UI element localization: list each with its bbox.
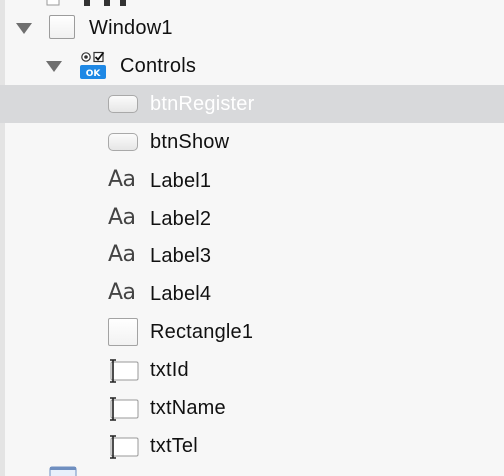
partial-row-top [0, 0, 504, 6]
tree-row-label3[interactable]: Aa Label3 [0, 237, 504, 275]
textfield-icon [110, 435, 139, 459]
button-icon [108, 95, 138, 113]
tree-row-label2[interactable]: Aa Label2 [0, 200, 504, 238]
project-navigator-panel: Window1 OK Controls btnRegister btnShow … [0, 0, 504, 476]
tree-row-txtid[interactable]: txtId [0, 351, 504, 389]
tree-row-label: btnRegister [150, 93, 255, 115]
rectangle-icon [108, 318, 138, 346]
controls-icon: OK [80, 51, 106, 79]
tree-row-btnshow[interactable]: btnShow [0, 123, 504, 161]
label-aa-icon: Aa [108, 205, 136, 230]
tree-row-txttel[interactable]: txtTel [0, 427, 504, 465]
textfield-icon [110, 397, 139, 421]
disclosure-triangle-expanded-icon[interactable] [45, 47, 62, 85]
disclosure-triangle-expanded-icon[interactable] [15, 9, 32, 47]
tree-row-controls[interactable]: OK Controls [0, 47, 504, 85]
partial-row-bottom [0, 466, 504, 476]
tree-row-label: Label4 [150, 283, 212, 305]
tree-row-label1[interactable]: Aa Label1 [0, 162, 504, 200]
partial-item-icon [46, 0, 60, 6]
tree-row-label: txtTel [150, 435, 198, 457]
label-aa-icon: Aa [108, 242, 136, 267]
partial-item-label-fragment [84, 0, 126, 6]
tree-row-label: Label3 [150, 245, 212, 267]
tree-row-window1[interactable]: Window1 [0, 9, 504, 47]
tree-row-txtname[interactable]: txtName [0, 389, 504, 427]
tree-row-label: Controls [120, 55, 197, 77]
ok-badge-text: OK [86, 69, 102, 79]
tree-row-label: txtName [150, 397, 226, 419]
tree-row-btnregister[interactable]: btnRegister [0, 85, 504, 123]
tree-row-label: Label2 [150, 208, 212, 230]
window-icon [49, 15, 75, 39]
label-aa-icon: Aa [108, 280, 136, 305]
button-icon [108, 133, 138, 151]
textfield-icon [110, 359, 139, 383]
tree-row-label: Label1 [150, 170, 212, 192]
tree-row-label4[interactable]: Aa Label4 [0, 275, 504, 313]
tree-row-label: Window1 [89, 17, 173, 39]
tree-row-label: btnShow [150, 131, 230, 153]
tree-row-rectangle1[interactable]: Rectangle1 [0, 313, 504, 351]
tree-row-label: Rectangle1 [150, 321, 254, 343]
tree-row-label: txtId [150, 359, 189, 381]
partial-item-icon [49, 466, 77, 476]
label-aa-icon: Aa [108, 167, 136, 192]
